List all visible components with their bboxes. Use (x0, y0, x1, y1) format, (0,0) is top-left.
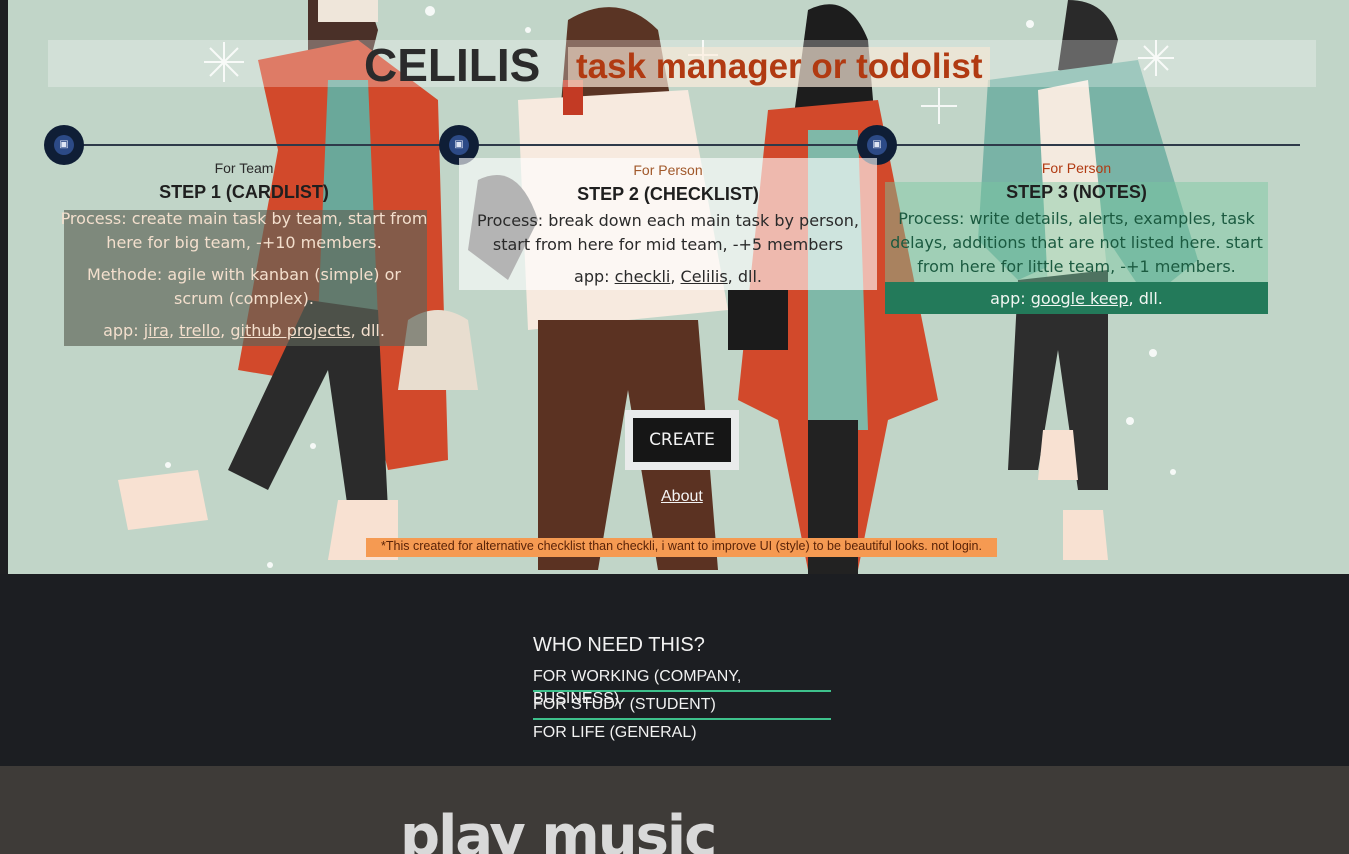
step-2-apps: app: checkli, Celilis, dll. (574, 267, 762, 286)
clipboard-icon: ▣ (867, 135, 887, 155)
step-1-app-prefix: app: (103, 321, 139, 340)
step-2-process: Process: break down each main task by pe… (477, 211, 859, 254)
link-checkli[interactable]: checkli (615, 267, 671, 286)
step-1-audience: For Team (214, 160, 274, 176)
step-3-app-suffix: , dll. (1128, 289, 1163, 308)
step-2-app-suffix: , dll. (727, 267, 762, 286)
step-2-card: For Person STEP 2 (CHECKLIST) Process: b… (459, 158, 877, 290)
step-3-audience: For Person (1041, 160, 1112, 176)
link-jira[interactable]: jira (144, 321, 169, 340)
who-section: WHO NEED THIS? FOR WORKING (COMPANY, BUS… (0, 574, 1349, 766)
disclaimer-note: *This created for alternative checklist … (366, 538, 997, 557)
tagline: task manager or todolist (568, 47, 991, 87)
step-3-app-prefix: app: (990, 289, 1026, 308)
who-item-working: FOR WORKING (COMPANY, BUSINESS) (533, 666, 831, 707)
brand-title: CELILIS (364, 39, 541, 91)
step-1-apps: app: jira, trello, github projects, dll. (103, 321, 385, 340)
step-2-title: STEP 2 (CHECKLIST) (577, 184, 759, 204)
music-section: play music (0, 766, 1349, 854)
step-3-card: For Person STEP 3 (NOTES) Process: write… (885, 160, 1268, 314)
step-1-method: Methode: agile with kanban (simple) or s… (86, 265, 401, 308)
who-list: FOR WORKING (COMPANY, BUSINESS) FOR STUD… (533, 666, 831, 748)
step-1-process: Process: create main task by team, start… (60, 209, 428, 252)
link-github-projects[interactable]: github projects (230, 321, 350, 340)
who-title: WHO NEED THIS? (533, 634, 705, 656)
link-celilis[interactable]: Celilis (681, 267, 728, 286)
timeline-line (64, 144, 1300, 146)
create-button[interactable]: CREATE (633, 418, 731, 462)
step-3-process: Process: write details, alerts, examples… (890, 209, 1263, 276)
left-edge (0, 0, 8, 574)
link-trello[interactable]: trello (179, 321, 220, 340)
clipboard-icon: ▣ (449, 135, 469, 155)
step-1-marker: ▣ (44, 125, 84, 165)
step-1-app-suffix: , dll. (350, 321, 385, 340)
step-1-card: For Team STEP 1 (CARDLIST) Process: crea… (60, 160, 428, 346)
about-link[interactable]: About (661, 488, 703, 506)
create-button-frame: CREATE (625, 410, 739, 470)
step-2-app-prefix: app: (574, 267, 610, 286)
step-1-title: STEP 1 (CARDLIST) (159, 182, 329, 202)
step-3-title: STEP 3 (NOTES) (1006, 182, 1147, 202)
clipboard-icon: ▣ (54, 135, 74, 155)
link-google-keep[interactable]: google keep (1031, 289, 1129, 308)
music-title: play music (400, 804, 717, 854)
who-item-life: FOR LIFE (GENERAL) (533, 724, 697, 741)
step-3-apps: app: google keep, dll. (885, 287, 1268, 311)
hero-section: CELILIS task manager or todolist ▣ ▣ ▣ F… (8, 0, 1349, 574)
step-2-audience: For Person (633, 162, 703, 178)
who-item-study: FOR STUDY (STUDENT) (533, 694, 831, 720)
